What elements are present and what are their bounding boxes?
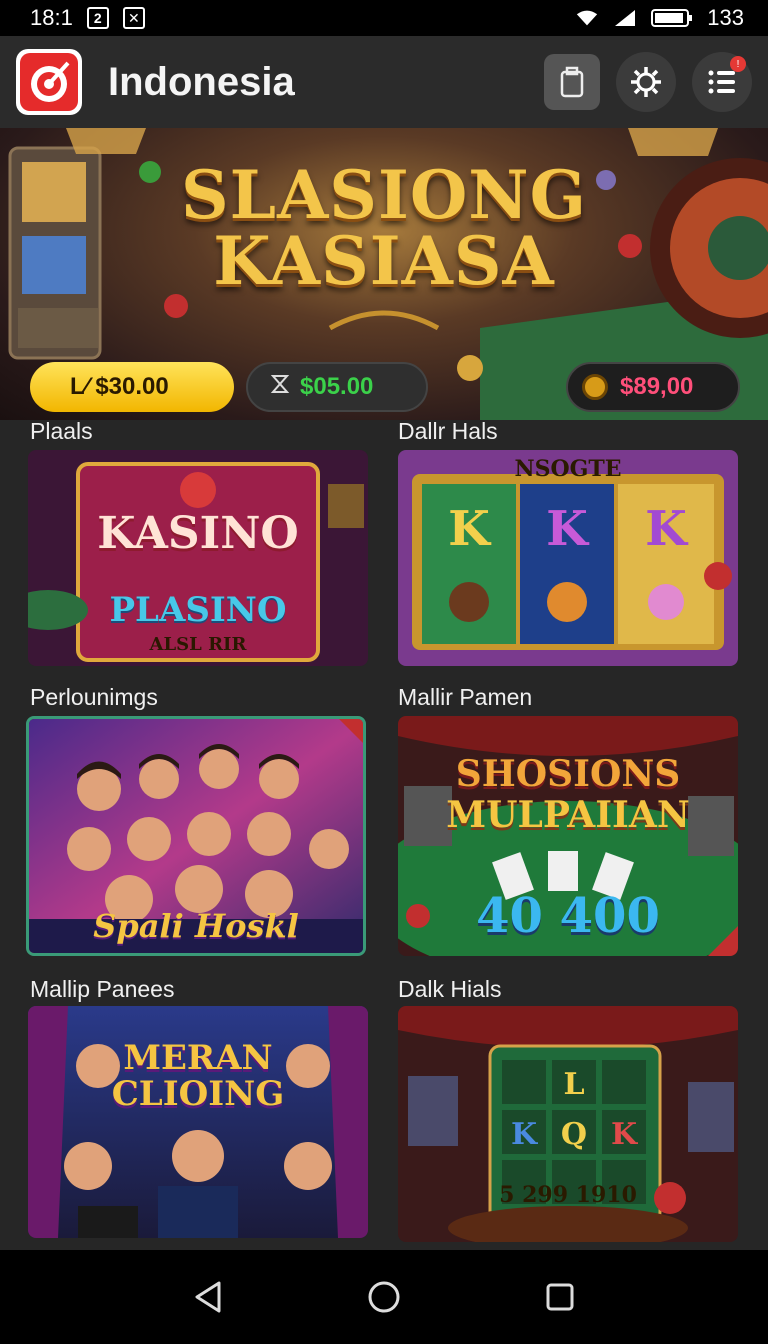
system-nav-bar [0,1250,768,1344]
balance-pill-green[interactable]: $05.00 [246,362,428,412]
home-circle-icon [368,1281,400,1313]
app-bar: Indonesia ! [0,36,768,128]
battery-level: 133 [707,5,744,30]
svg-text:Q: Q [561,1117,587,1152]
section-label-2: Dallr Hals [398,418,498,444]
balance-gold-value: L⁄ $30.00 [70,373,169,400]
card-caption: ALSL RIR [149,634,247,655]
game-card-slot-table[interactable]: L K Q K 5 299 1910 [398,1006,738,1242]
home-button[interactable] [359,1272,409,1322]
close-box-icon: ✕ [122,7,145,29]
game-card-meran[interactable]: MERAN CLIOING [28,1006,368,1238]
recents-button[interactable] [535,1272,585,1322]
status-bar: 18:1 2 ✕ 133 [0,0,768,36]
game-card-table[interactable]: SHOSIONS MULPAIIAN 40 400 [398,716,738,956]
card-title: KASINO [97,508,299,559]
balance-green-value: $05.00 [300,373,374,400]
notification-icon: 2 [86,7,109,29]
settings-button[interactable] [616,52,676,112]
section-label-6: Dalk Hials [398,976,502,1002]
hero-title-line2: KASIASA [213,222,555,300]
hourglass-icon [270,373,290,401]
game-card-performers[interactable]: Spali Hoskl [26,716,366,956]
menu-button[interactable]: ! [692,52,752,112]
section-label-1: Plaals [30,418,93,444]
back-button[interactable] [183,1272,233,1322]
signal-icon [613,7,637,29]
balance-pill-gold[interactable]: L⁄ $30.00 [30,362,234,412]
card-subtitle: PLASINO [109,590,287,630]
section-label-5: Mallip Panees [30,976,175,1002]
app-title: Indonesia [108,59,295,104]
gear-icon [631,67,661,97]
game-card-slots[interactable]: K K K NSOGTE [398,450,738,666]
balance-pill-coins[interactable]: $89,00 [566,362,740,412]
svg-text:L: L [563,1067,584,1102]
hero-title-line1: SLASIONG [181,156,587,234]
list-menu-icon [708,70,735,94]
wallet-icon [560,66,584,98]
svg-text:K: K [448,501,492,557]
svg-text:K: K [645,501,689,557]
card-title: NSOGTE [514,456,622,482]
wifi-icon [575,7,599,29]
wallet-button[interactable] [544,54,600,110]
card-title: Spali Hoskl [93,907,299,945]
svg-text:K: K [611,1117,638,1152]
svg-text:K: K [546,501,590,557]
hero-title: SLASIONG KASIASA [0,162,768,294]
notification-badge: ! [730,56,746,72]
svg-text:K: K [511,1117,538,1152]
recents-square-icon [546,1283,574,1311]
back-triangle-icon [195,1281,221,1313]
card-subtitle: MULPAIIAN [446,794,690,836]
card-subtitle: CLIOING [111,1074,285,1114]
card-caption: 40 400 [476,888,660,944]
section-label-4: Mallir Pamen [398,684,533,710]
battery-icon [651,7,693,29]
card-caption: 5 299 1910 [499,1182,637,1208]
card-title: SHOSIONS [455,753,681,795]
status-time: 18:1 [30,5,73,30]
section-label-3: Perlounimgs [30,684,158,710]
game-card-kasino[interactable]: KASINO PLASINO ALSL RIR [28,450,368,666]
card-title: MERAN [123,1038,273,1078]
game-card-art: K K K [398,450,738,666]
balance-coins-value: $89,00 [620,373,694,400]
coin-icon [582,374,608,400]
app-logo[interactable] [16,49,82,115]
